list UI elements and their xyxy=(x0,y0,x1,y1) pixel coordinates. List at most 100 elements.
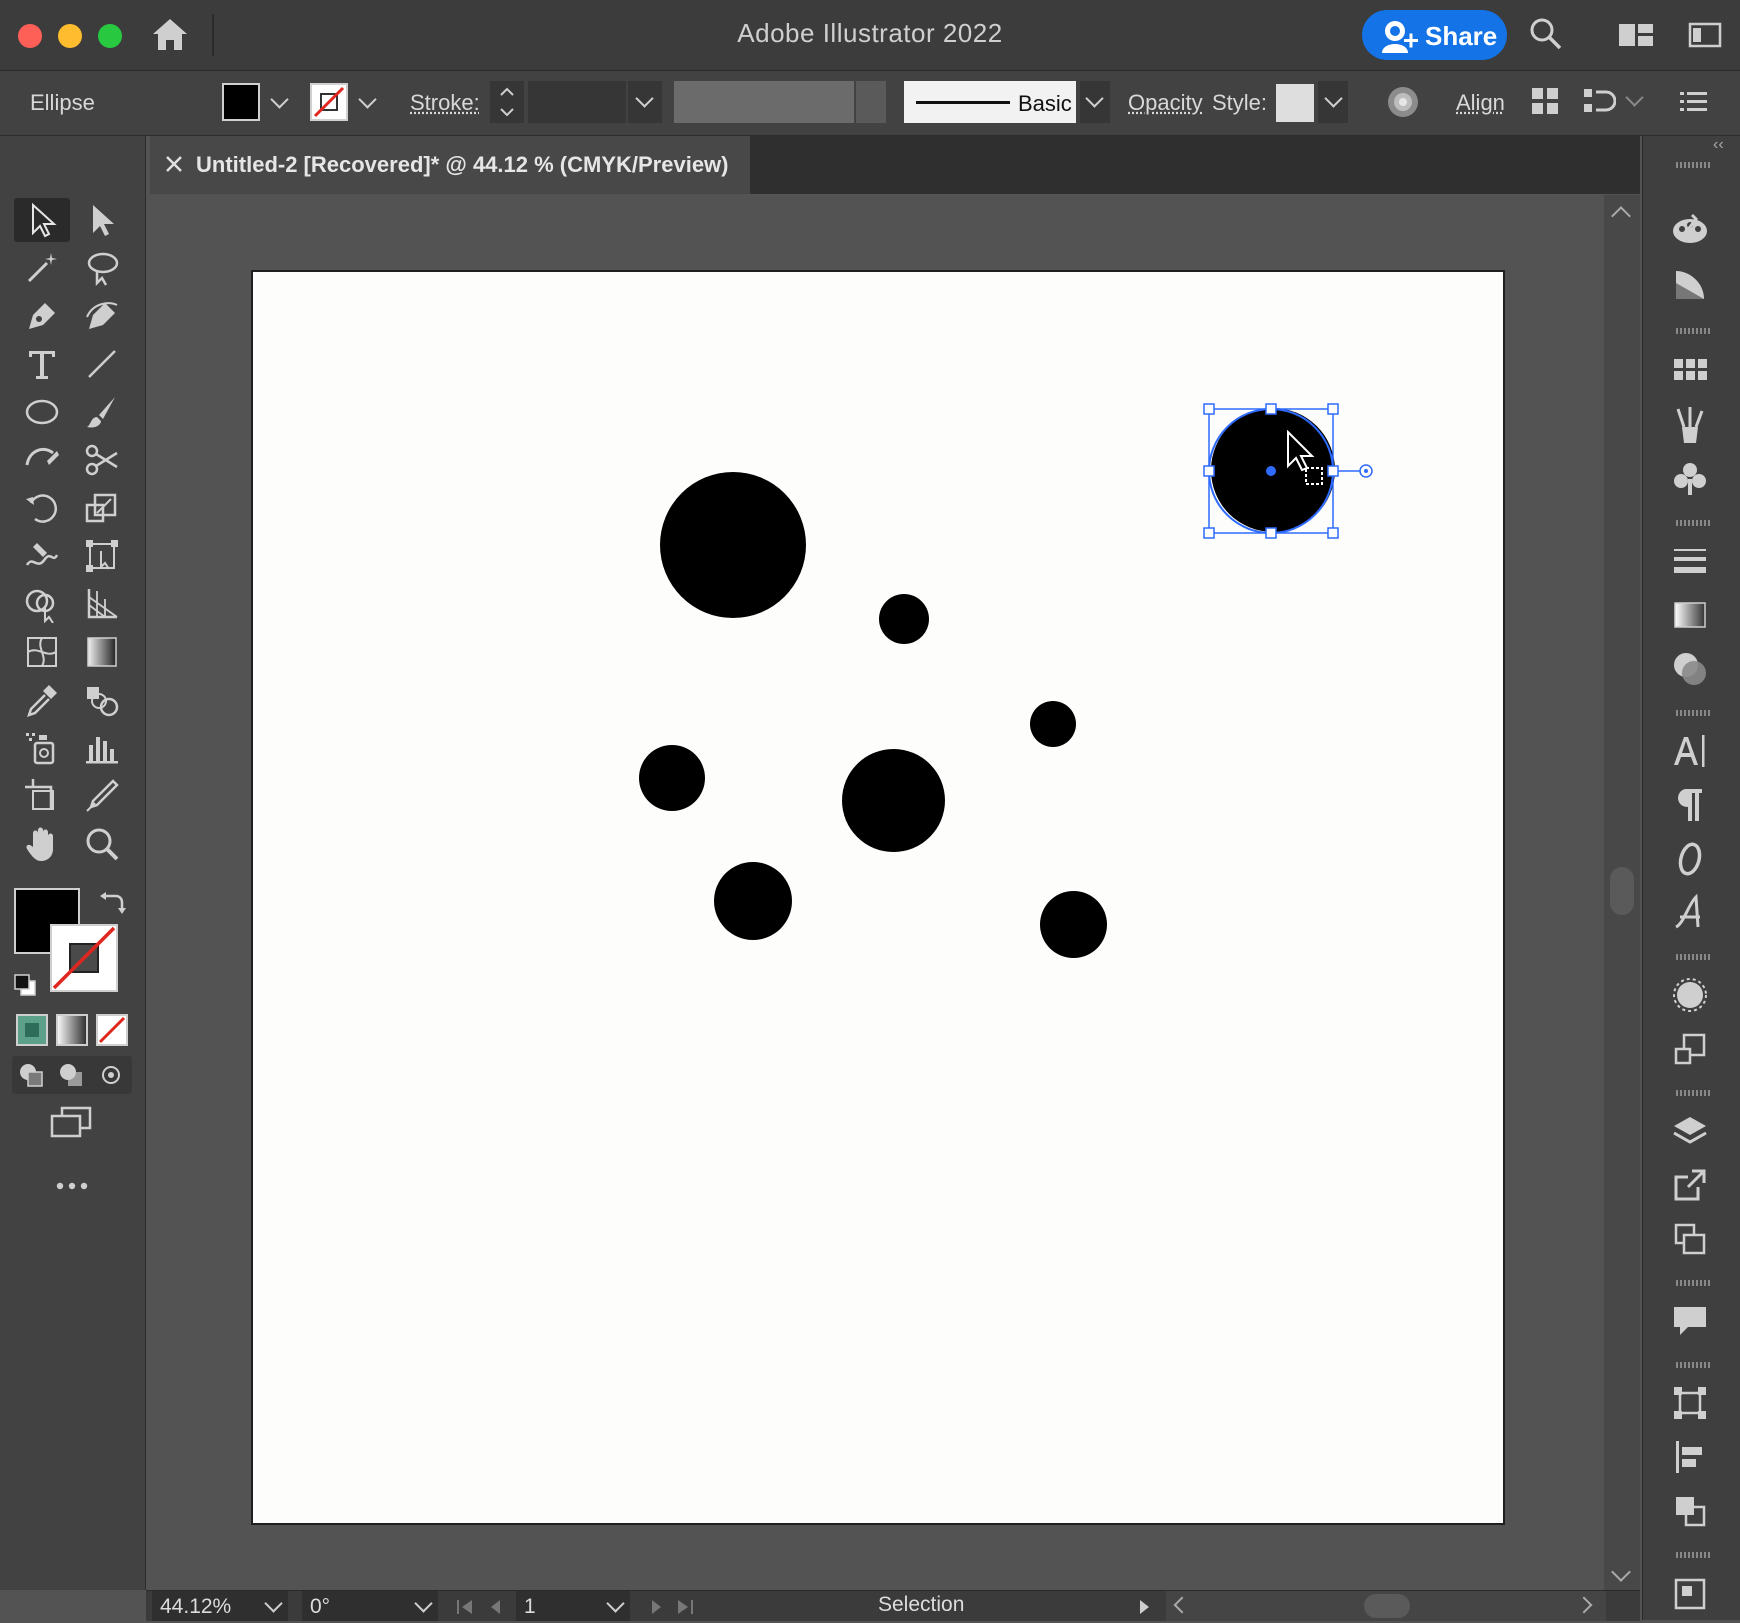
lasso-icon[interactable] xyxy=(78,246,126,290)
zoom-dropdown[interactable] xyxy=(258,1591,288,1621)
ellipse-icon[interactable] xyxy=(18,390,66,434)
first-artboard-icon[interactable] xyxy=(454,1597,478,1617)
selection-tool-icon[interactable] xyxy=(18,198,66,242)
shaper-icon[interactable] xyxy=(18,438,66,482)
rotation-input[interactable]: 0° xyxy=(302,1591,408,1621)
draw-behind-icon[interactable] xyxy=(56,1060,86,1090)
zoom-icon[interactable] xyxy=(78,822,126,866)
stroke-dropdown-chevron-icon[interactable] xyxy=(358,90,376,108)
brush-definition[interactable]: Basic xyxy=(904,81,1076,123)
blend-icon[interactable] xyxy=(78,678,126,722)
menu-list-icon[interactable] xyxy=(1680,89,1708,115)
collapse-dock-icon[interactable]: ‹‹ xyxy=(1713,136,1724,154)
draw-inside-icon[interactable] xyxy=(96,1060,126,1090)
scale-icon[interactable] xyxy=(78,486,126,530)
status-menu-icon[interactable] xyxy=(1134,1597,1154,1617)
symbols-icon[interactable] xyxy=(1665,456,1715,502)
artboards-panel-icon[interactable] xyxy=(1665,1216,1715,1262)
swatches-icon[interactable] xyxy=(1665,348,1715,394)
stroke-label[interactable]: Stroke: xyxy=(410,90,480,116)
gradient-mode-button[interactable] xyxy=(56,1014,88,1046)
stroke-weight-input[interactable] xyxy=(528,81,626,123)
search-icon[interactable] xyxy=(1528,16,1564,52)
vertical-scroll-thumb[interactable] xyxy=(1610,867,1634,915)
close-tab-icon[interactable] xyxy=(162,152,186,176)
fill-swatch[interactable] xyxy=(222,83,260,121)
curvature-icon[interactable] xyxy=(78,294,126,338)
swap-fill-stroke-icon[interactable] xyxy=(100,888,126,914)
ellipse-large[interactable] xyxy=(660,472,806,618)
horizontal-scrollbar[interactable] xyxy=(1166,1591,1606,1621)
stroke-panel-icon[interactable] xyxy=(1665,538,1715,584)
color-guide-icon[interactable] xyxy=(1665,206,1715,252)
magic-wand-icon[interactable] xyxy=(18,246,66,290)
fill-dropdown-chevron-icon[interactable] xyxy=(270,90,288,108)
transform-bounds-icon[interactable] xyxy=(1665,1380,1715,1426)
none-mode-button[interactable] xyxy=(96,1014,128,1046)
graph-icon[interactable] xyxy=(78,726,126,770)
edit-toolbar-icon[interactable] xyxy=(52,1176,92,1196)
ellipse-medium[interactable] xyxy=(1040,891,1107,958)
glyphs-icon[interactable] xyxy=(1665,890,1715,936)
pen-icon[interactable] xyxy=(18,294,66,338)
export-icon[interactable] xyxy=(1665,1162,1715,1208)
arrange-documents-icon[interactable] xyxy=(1618,20,1654,50)
transform-panel-icon[interactable] xyxy=(1665,1026,1715,1072)
artboard-number-input[interactable]: 1 xyxy=(516,1591,600,1621)
appearance-icon[interactable] xyxy=(1665,972,1715,1018)
panel-toggle-icon[interactable] xyxy=(1688,20,1722,50)
align-panel-icon[interactable] xyxy=(1665,1434,1715,1480)
color-mode-button[interactable] xyxy=(16,1014,48,1046)
zoom-level-input[interactable]: 44.12% xyxy=(152,1591,258,1621)
stroke-swatch[interactable] xyxy=(310,83,348,121)
comments-icon[interactable] xyxy=(1665,1298,1715,1344)
stroke-color-box[interactable] xyxy=(50,924,118,992)
transform-icon[interactable] xyxy=(1530,86,1560,116)
artboard-icon[interactable] xyxy=(18,774,66,818)
pathfinder-icon[interactable] xyxy=(1665,1488,1715,1534)
brushes-icon[interactable] xyxy=(1665,402,1715,448)
warp-icon[interactable] xyxy=(18,534,66,578)
graphic-style-swatch[interactable] xyxy=(1276,84,1314,122)
ellipse-medium[interactable] xyxy=(639,745,705,811)
change-screen-mode-icon[interactable] xyxy=(48,1104,94,1140)
hand-icon[interactable] xyxy=(18,822,66,866)
paintbrush-icon[interactable] xyxy=(78,390,126,434)
draw-normal-icon[interactable] xyxy=(16,1060,46,1090)
shape-builder-icon[interactable] xyxy=(18,582,66,626)
slice-icon[interactable] xyxy=(78,774,126,818)
opentype-icon[interactable] xyxy=(1665,836,1715,882)
gradient-panel-icon[interactable] xyxy=(1665,262,1715,308)
ellipse-small[interactable] xyxy=(1030,701,1076,747)
default-fill-stroke-icon[interactable] xyxy=(12,972,38,998)
artboard-dropdown[interactable] xyxy=(600,1591,630,1621)
ellipse-large[interactable] xyxy=(842,749,945,852)
character-icon[interactable] xyxy=(1665,728,1715,774)
free-transform-icon[interactable] xyxy=(78,534,126,578)
ellipse-small[interactable] xyxy=(879,594,929,644)
paragraph-icon[interactable] xyxy=(1665,782,1715,828)
graphic-style-dropdown[interactable] xyxy=(1318,81,1348,123)
rotate-icon[interactable] xyxy=(18,486,66,530)
ellipse-medium[interactable] xyxy=(714,862,792,940)
previous-artboard-icon[interactable] xyxy=(486,1597,506,1617)
direct-selection-tool-icon[interactable] xyxy=(78,198,126,242)
image-trace-icon[interactable] xyxy=(1665,1570,1715,1610)
line-icon[interactable] xyxy=(78,342,126,386)
share-button[interactable]: Share xyxy=(1362,10,1507,60)
document-tab[interactable]: Untitled-2 [Recovered]* @ 44.12 % (CMYK/… xyxy=(150,136,750,194)
gradient-swatch-icon[interactable] xyxy=(1665,592,1715,638)
perspective-icon[interactable] xyxy=(78,582,126,626)
stroke-weight-dropdown[interactable] xyxy=(628,81,662,123)
horizontal-scroll-thumb[interactable] xyxy=(1364,1594,1410,1618)
eyedropper-icon[interactable] xyxy=(18,678,66,722)
rotation-dropdown[interactable] xyxy=(408,1591,438,1621)
transparency-icon[interactable] xyxy=(1665,646,1715,692)
type-icon[interactable] xyxy=(18,342,66,386)
brush-dropdown[interactable] xyxy=(1080,81,1110,123)
opacity-label[interactable]: Opacity xyxy=(1128,90,1203,116)
next-artboard-icon[interactable] xyxy=(646,1597,666,1617)
isolate-icon[interactable] xyxy=(1582,86,1616,116)
stroke-weight-stepper[interactable] xyxy=(490,81,524,123)
layers-icon[interactable] xyxy=(1665,1108,1715,1154)
